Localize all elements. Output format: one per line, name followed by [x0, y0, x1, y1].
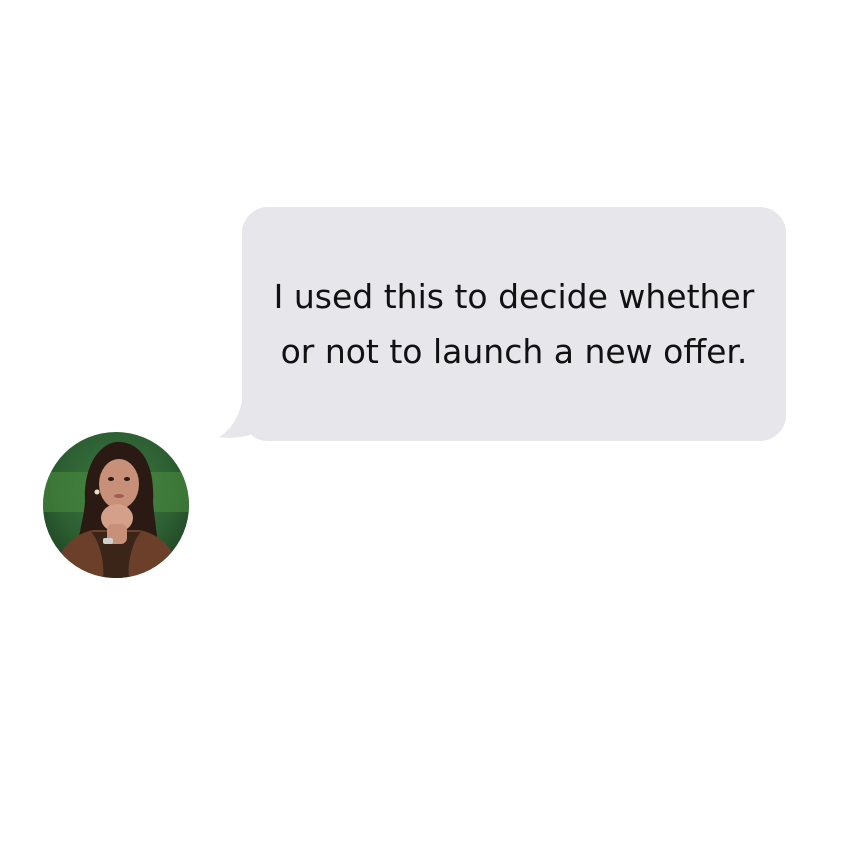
chat-canvas: I used this to decide whether or not to …: [0, 0, 860, 860]
message-text: I used this to decide whether or not to …: [273, 277, 755, 371]
avatar[interactable]: [43, 432, 189, 578]
message-bubble: I used this to decide whether or not to …: [242, 207, 786, 441]
person-photo-icon: [43, 432, 189, 578]
